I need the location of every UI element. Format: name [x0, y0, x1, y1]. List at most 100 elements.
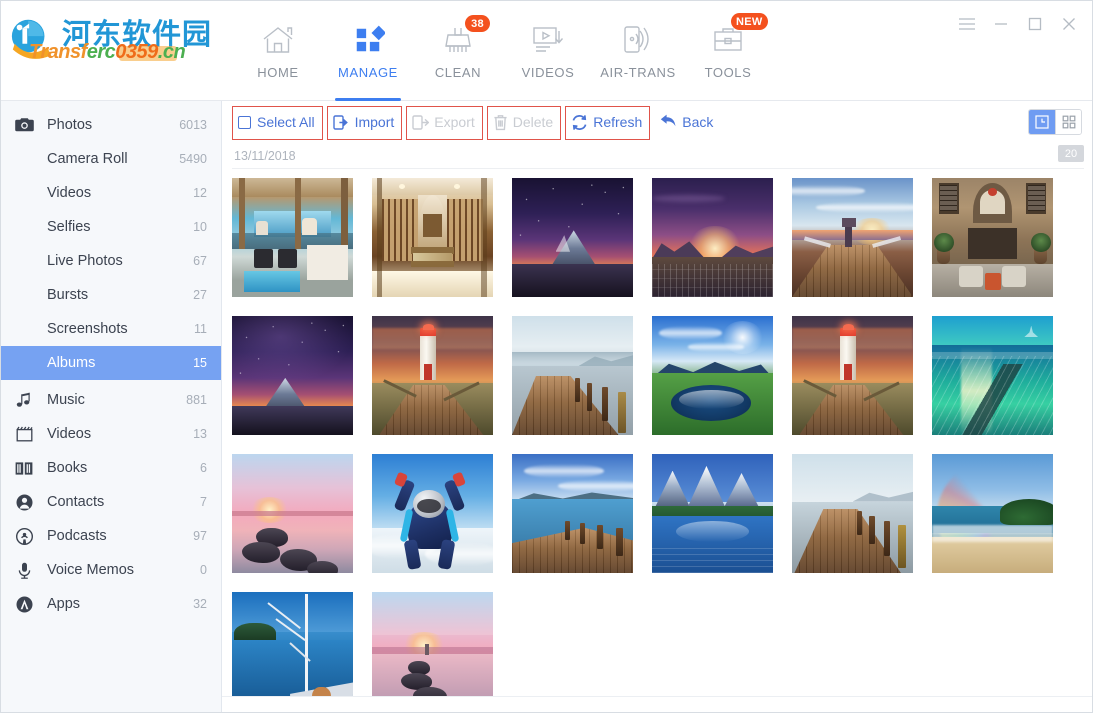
- photo-thumbnail[interactable]: [652, 454, 773, 573]
- photo-thumbnail[interactable]: [792, 178, 913, 297]
- nav-item-tools[interactable]: NEW TOOLS: [683, 1, 773, 101]
- manage-icon: [345, 23, 391, 57]
- music-icon: [1, 392, 47, 409]
- nav-item-clean[interactable]: 38 CLEAN: [413, 1, 503, 101]
- refresh-icon: [571, 114, 588, 131]
- nav-label-manage: MANAGE: [338, 65, 398, 80]
- sidebar-label-apps: Apps: [47, 596, 193, 612]
- back-arrow-icon: [660, 114, 677, 130]
- photo-thumbnail[interactable]: [932, 316, 1053, 435]
- nav-item-videos[interactable]: VIDEOS: [503, 1, 593, 101]
- photo-thumbnail[interactable]: [232, 454, 353, 573]
- grid-view-button[interactable]: [1055, 110, 1081, 134]
- sidebar-count-podcasts: 97: [193, 529, 221, 543]
- photo-thumbnail[interactable]: [932, 178, 1053, 297]
- sidebar-item-videos-main[interactable]: Videos 13: [1, 417, 221, 451]
- sidebar-item-voice-memos[interactable]: Voice Memos 0: [1, 553, 221, 587]
- sidebar-label-music: Music: [47, 392, 186, 408]
- nav-label-videos: VIDEOS: [522, 65, 575, 80]
- sidebar-count-contacts: 7: [200, 495, 221, 509]
- sidebar-count-live-photos: 67: [193, 254, 221, 268]
- menu-icon[interactable]: [950, 9, 984, 39]
- tools-new-badge: NEW: [731, 13, 768, 30]
- mic-icon: [1, 562, 47, 579]
- sidebar-item-screenshots[interactable]: Screenshots 11: [1, 312, 221, 346]
- photo-thumbnail[interactable]: [512, 454, 633, 573]
- sidebar-item-contacts[interactable]: Contacts 7: [1, 485, 221, 519]
- camera-icon: [1, 117, 47, 133]
- sidebar-item-books[interactable]: Books 6: [1, 451, 221, 485]
- date-label: 13/11/2018: [232, 149, 296, 163]
- import-button[interactable]: Import: [329, 109, 399, 135]
- sidebar-item-albums[interactable]: Albums 15: [1, 346, 221, 380]
- air-transfer-icon: [615, 23, 661, 57]
- photo-thumbnail[interactable]: [512, 178, 633, 297]
- nav-item-air-trans[interactable]: AIR-TRANS: [593, 1, 683, 101]
- sidebar-label-screenshots: Screenshots: [47, 321, 194, 337]
- titlebar: 河东软件园 Transferc0359.cn HOME: [1, 1, 1093, 101]
- minimize-icon[interactable]: [984, 9, 1018, 39]
- sidebar-item-music[interactable]: Music 881: [1, 383, 221, 417]
- back-button[interactable]: Back: [656, 109, 717, 135]
- nav-label-tools: TOOLS: [705, 65, 752, 80]
- photo-grid-scroll[interactable]: [222, 169, 1093, 702]
- sidebar-label-bursts: Bursts: [47, 287, 193, 303]
- contact-icon: [1, 494, 47, 511]
- photo-thumbnail[interactable]: [372, 178, 493, 297]
- checkbox-icon[interactable]: [238, 116, 251, 129]
- photo-thumbnail[interactable]: [232, 316, 353, 435]
- photo-thumbnail[interactable]: [652, 316, 773, 435]
- nav-label-air-trans: AIR-TRANS: [600, 65, 675, 80]
- nav-item-manage[interactable]: MANAGE: [323, 1, 413, 101]
- sidebar-item-camera-roll[interactable]: Camera Roll 5490: [1, 142, 221, 176]
- photo-thumbnail[interactable]: [372, 454, 493, 573]
- sidebar-count-screenshots: 11: [194, 322, 221, 336]
- book-icon: [1, 461, 47, 476]
- sidebar-label-voice-memos: Voice Memos: [47, 562, 200, 578]
- main-navigation: HOME MANAGE 38: [233, 1, 773, 101]
- timeline-view-button[interactable]: [1029, 110, 1055, 134]
- photo-thumbnail[interactable]: [232, 178, 353, 297]
- refresh-button[interactable]: Refresh: [567, 109, 646, 135]
- photo-thumbnail[interactable]: [792, 316, 913, 435]
- podcast-icon: [1, 528, 47, 545]
- photo-thumbnail[interactable]: [232, 592, 353, 702]
- photo-thumbnail[interactable]: [792, 454, 913, 573]
- window-controls: [950, 9, 1086, 39]
- photo-thumbnail[interactable]: [652, 178, 773, 297]
- sidebar-item-photos[interactable]: Photos 6013: [1, 108, 221, 142]
- watermark-english-text: Transferc0359.cn: [29, 41, 185, 64]
- refresh-label: Refresh: [593, 114, 642, 130]
- sidebar-item-selfies[interactable]: Selfies 10: [1, 210, 221, 244]
- photo-thumbnail[interactable]: [932, 454, 1053, 573]
- sidebar-item-live-photos[interactable]: Live Photos 67: [1, 244, 221, 278]
- sidebar-item-videos-sub[interactable]: Videos 12: [1, 176, 221, 210]
- nav-item-home[interactable]: HOME: [233, 1, 323, 101]
- photo-thumbnail[interactable]: [372, 592, 493, 702]
- sidebar-count-apps: 32: [193, 597, 221, 611]
- maximize-icon[interactable]: [1018, 9, 1052, 39]
- home-icon: [255, 23, 301, 57]
- sidebar-count-books: 6: [200, 461, 221, 475]
- watermark-highlight: [119, 46, 177, 61]
- watermark-overlay: 河东软件园 Transferc0359.cn: [7, 7, 217, 65]
- select-all-button[interactable]: Select All: [234, 109, 319, 135]
- sidebar: Photos 6013 Camera Roll 5490 Videos 12 S…: [1, 101, 222, 713]
- date-group-header: 13/11/2018 20: [232, 143, 1084, 169]
- sidebar-label-albums: Albums: [47, 355, 193, 371]
- photo-thumbnail[interactable]: [372, 316, 493, 435]
- sidebar-item-bursts[interactable]: Bursts 27: [1, 278, 221, 312]
- sidebar-label-contacts: Contacts: [47, 494, 200, 510]
- sidebar-label-videos-sub: Videos: [47, 185, 193, 201]
- export-button[interactable]: Export: [408, 109, 478, 135]
- sidebar-count-bursts: 27: [193, 288, 221, 302]
- sidebar-label-camera-roll: Camera Roll: [47, 151, 179, 167]
- close-icon[interactable]: [1052, 9, 1086, 39]
- photo-thumbnail[interactable]: [512, 316, 633, 435]
- sidebar-item-podcasts[interactable]: Podcasts 97: [1, 519, 221, 553]
- application-window: 河东软件园 Transferc0359.cn HOME: [0, 0, 1093, 713]
- sidebar-item-apps[interactable]: Apps 32: [1, 587, 221, 621]
- delete-button[interactable]: Delete: [489, 109, 557, 135]
- delete-label: Delete: [513, 114, 553, 130]
- video-download-icon: [525, 23, 571, 57]
